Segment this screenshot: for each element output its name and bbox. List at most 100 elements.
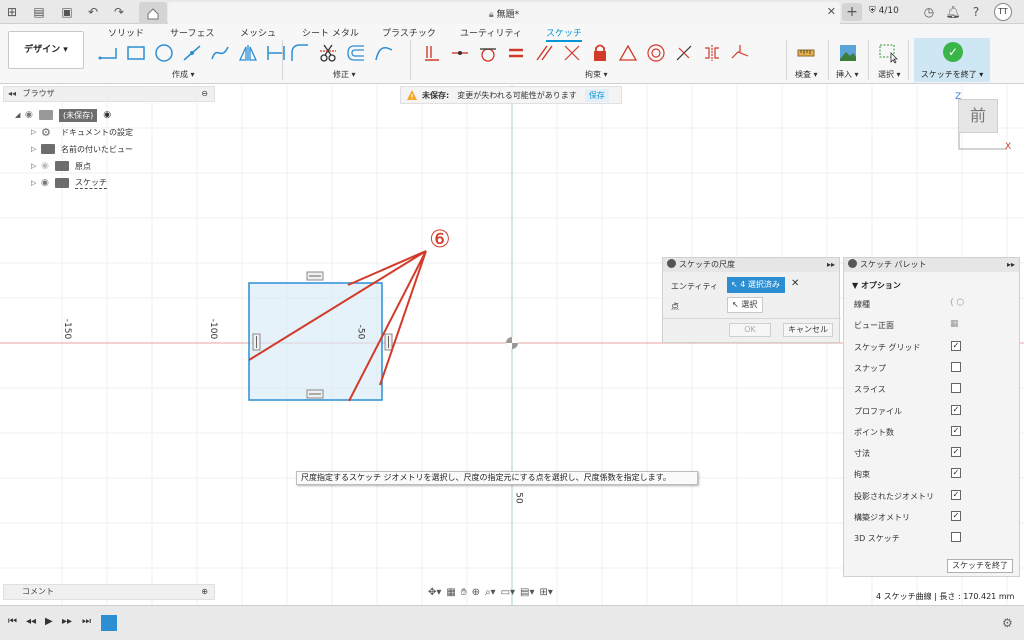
timeline-start-icon[interactable]: ⏮: [8, 616, 17, 627]
expand-icon[interactable]: ▸▸: [1007, 258, 1015, 272]
view-cube[interactable]: 前: [958, 99, 998, 133]
collapse-icon[interactable]: [667, 259, 676, 268]
dialog-header[interactable]: スケッチの尺度 ▸▸: [663, 258, 839, 272]
line-tool-icon[interactable]: [94, 40, 122, 66]
expand-icon[interactable]: ▷: [31, 128, 41, 136]
finish-sketch-small-button[interactable]: スケッチを終了: [947, 559, 1013, 573]
perpendicular-icon[interactable]: [558, 40, 586, 66]
gear-icon[interactable]: ⚙: [1002, 616, 1013, 630]
palette-option-checkbox[interactable]: ✓: [951, 511, 961, 521]
browser-item-origin[interactable]: ▷ ◉ 原点: [31, 158, 91, 174]
create-group-label[interactable]: 作成 ▾: [172, 69, 195, 80]
fillet-tool-icon[interactable]: [286, 40, 314, 66]
viewports-icon[interactable]: ⊞▾: [540, 587, 553, 598]
vertical-constraint-glyph[interactable]: [384, 333, 393, 351]
tab-plastic[interactable]: プラスチック: [382, 26, 436, 39]
constraints-group-label[interactable]: 拘束 ▾: [585, 69, 608, 80]
palette-option-checkbox[interactable]: [951, 532, 961, 543]
timeline-forward-icon[interactable]: ▸▸: [62, 616, 72, 627]
cancel-button[interactable]: キャンセル: [783, 323, 833, 337]
measure-icon[interactable]: [792, 40, 820, 66]
timeline-back-icon[interactable]: ◂◂: [26, 616, 36, 627]
trim-tool-icon[interactable]: [314, 40, 342, 66]
zoom-icon[interactable]: ⌕▾: [485, 587, 496, 598]
select-window-icon[interactable]: [874, 40, 902, 66]
rectangle-tool-icon[interactable]: [122, 40, 150, 66]
palette-option-checkbox[interactable]: ✓: [951, 447, 961, 458]
look-at-icon[interactable]: ▦: [950, 319, 959, 329]
home-tab[interactable]: [139, 2, 167, 24]
tab-utility[interactable]: ユーティリティ: [460, 26, 522, 39]
spline-tool-icon[interactable]: [206, 40, 234, 66]
pan-icon[interactable]: ✋︎: [461, 587, 467, 598]
sketch-curve-tool-icon[interactable]: [370, 40, 398, 66]
insert-image-icon[interactable]: [834, 40, 862, 66]
timeline-sketch-item[interactable]: [101, 615, 117, 631]
visibility-eye-icon[interactable]: ◉: [41, 178, 55, 188]
tangent-icon[interactable]: [474, 40, 502, 66]
origin-marker[interactable]: [506, 337, 518, 349]
horizontal-constraint-glyph[interactable]: [306, 389, 324, 399]
entity-selector[interactable]: ↖ 4 選択済み: [727, 277, 785, 293]
arc-tool-icon[interactable]: [178, 40, 206, 66]
clear-selection-icon[interactable]: ✕: [791, 278, 799, 289]
palette-option-checkbox[interactable]: ✓: [951, 489, 961, 500]
grid-settings-icon[interactable]: ▤▾: [520, 587, 534, 598]
expand-icon[interactable]: ▷: [31, 145, 41, 153]
collapse-icon[interactable]: [848, 259, 857, 268]
minimize-icon[interactable]: ⊖: [201, 87, 208, 101]
close-tab-icon[interactable]: ✕: [827, 5, 836, 18]
new-tab-button[interactable]: +: [842, 3, 862, 21]
browser-root[interactable]: ◢ ◉ (未保存) ◉: [15, 107, 111, 123]
comments-panel[interactable]: コメント ⊕: [3, 584, 215, 600]
add-comment-icon[interactable]: ⊕: [201, 585, 208, 599]
palette-option-checkbox[interactable]: [951, 361, 961, 372]
display-settings-icon[interactable]: ▭▾: [501, 587, 515, 598]
insert-group-label[interactable]: 挿入 ▾: [836, 69, 859, 80]
save-link[interactable]: 保存: [584, 88, 609, 102]
concentric-icon[interactable]: [642, 40, 670, 66]
timeline-play-icon[interactable]: ▶: [45, 616, 53, 627]
modify-group-label[interactable]: 修正 ▾: [333, 69, 356, 80]
browser-item-document-settings[interactable]: ▷ ⚙ ドキュメントの設定: [31, 124, 133, 140]
zoom-window-icon[interactable]: ⊕: [472, 587, 480, 598]
browser-item-sketches[interactable]: ▷ ◉ スケッチ: [31, 175, 107, 191]
tab-mesh[interactable]: メッシュ: [240, 26, 276, 39]
avatar[interactable]: TT: [994, 3, 1012, 21]
horizontal-vertical-icon[interactable]: [418, 40, 446, 66]
ok-button[interactable]: OK: [729, 323, 771, 337]
fix-icon[interactable]: [586, 40, 614, 66]
equal-icon[interactable]: [502, 40, 530, 66]
select-group-label[interactable]: 選択 ▾: [878, 69, 901, 80]
document-tab[interactable]: 🔒︎ 無題* ✕: [168, 2, 840, 24]
browser-item-named-views[interactable]: ▷ 名前の付いたビュー: [31, 141, 133, 157]
file-menu-icon[interactable]: ▤: [30, 3, 48, 21]
palette-header[interactable]: スケッチ パレット ▸▸: [844, 258, 1019, 272]
horizontal-constraint-glyph[interactable]: [306, 271, 324, 281]
palette-option-checkbox[interactable]: [951, 383, 961, 394]
options-header[interactable]: ▼ オプション: [852, 280, 901, 291]
save-icon[interactable]: ▣: [58, 3, 76, 21]
visibility-eye-icon[interactable]: ◉: [41, 161, 55, 171]
help-icon[interactable]: ?: [967, 3, 985, 21]
point-selector[interactable]: ↖ 選択: [727, 297, 763, 313]
circle-tool-icon[interactable]: [150, 40, 178, 66]
parallel-icon[interactable]: [530, 40, 558, 66]
undo-icon[interactable]: ↶: [84, 3, 102, 21]
tab-surface[interactable]: サーフェス: [170, 26, 214, 39]
curvature-icon[interactable]: [726, 40, 754, 66]
collinear-icon[interactable]: [670, 40, 698, 66]
finish-sketch-button[interactable]: ✓ スケッチを終了 ▾: [914, 38, 990, 82]
app-grid-icon[interactable]: ⊞: [3, 3, 21, 21]
palette-option-checkbox[interactable]: ✓: [951, 468, 961, 479]
vertical-constraint-glyph[interactable]: [252, 333, 261, 351]
redo-icon[interactable]: ↷: [110, 3, 128, 21]
visibility-eye-icon[interactable]: ◉: [25, 110, 39, 120]
mirror-tool-icon[interactable]: [234, 40, 262, 66]
tab-sheet-metal[interactable]: シート メタル: [302, 26, 359, 39]
inspect-group-label[interactable]: 検査 ▾: [795, 69, 818, 80]
notification-icon[interactable]: 🔔︎: [944, 3, 962, 21]
browser-header[interactable]: ◂◂ ブラウザ ⊖: [3, 86, 215, 102]
expand-icon[interactable]: ◢: [15, 111, 25, 119]
tab-solid[interactable]: ソリッド: [108, 26, 144, 39]
